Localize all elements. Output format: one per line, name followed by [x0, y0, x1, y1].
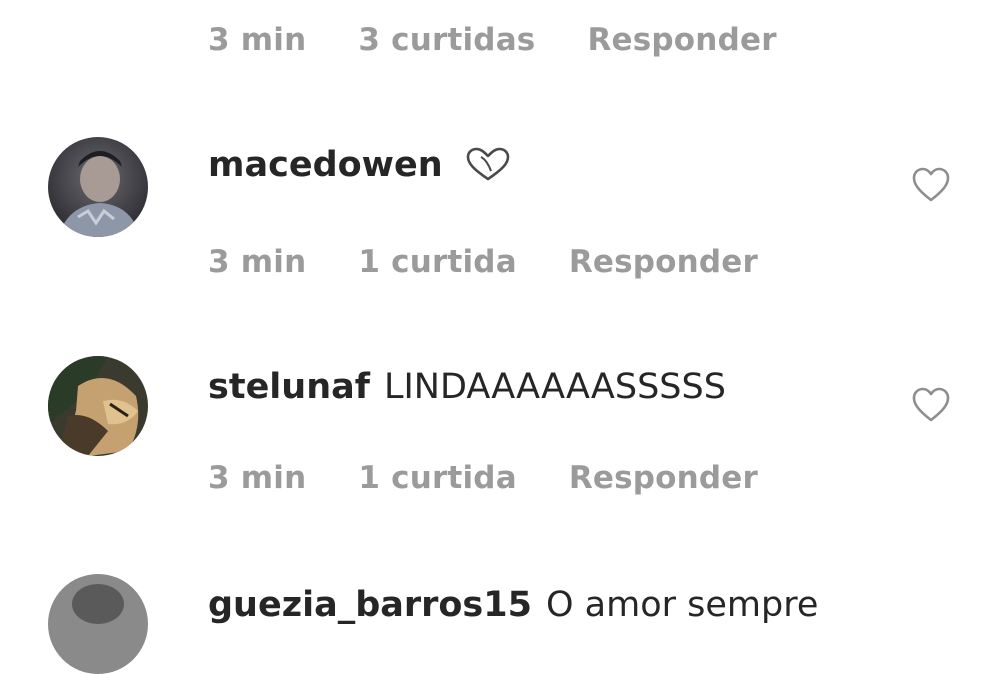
comment-text-stelunaf: stelunaf LINDAAAAAASSSSS	[208, 362, 726, 412]
comment-username[interactable]: guezia_barros15	[208, 585, 532, 625]
avatar-macedowen[interactable]	[48, 137, 148, 237]
avatar-image	[48, 356, 148, 456]
comment-meta-2: 3 min 1 curtida Responder	[208, 458, 810, 498]
comment-time: 3 min	[208, 244, 307, 280]
avatar-image	[48, 137, 148, 237]
comment-body: LINDAAAAAASSSSS	[383, 367, 726, 407]
comment-time: 3 min	[208, 460, 307, 496]
comment-text-guezia-barros15: guezia_barros15 O amor sempre	[208, 580, 818, 630]
comment-meta-0: 3 min 3 curtidas Responder	[208, 20, 829, 60]
comment-username[interactable]: stelunaf	[208, 367, 370, 407]
avatar-stelunaf[interactable]	[48, 356, 148, 456]
comment-time: 3 min	[208, 22, 307, 58]
heart-outline-icon[interactable]	[912, 167, 950, 203]
heart-emoji-icon	[466, 147, 509, 181]
comment-body: O amor sempre	[545, 585, 819, 625]
comment-likes-count[interactable]: 3 curtidas	[358, 22, 535, 58]
heart-outline-icon[interactable]	[912, 387, 950, 423]
comment-meta-1: 3 min 1 curtida Responder	[208, 242, 810, 282]
comment-username[interactable]: macedowen	[208, 145, 443, 185]
comment-text-macedowen: macedowen	[208, 140, 511, 190]
comment-likes-count[interactable]: 1 curtida	[358, 244, 516, 280]
reply-button[interactable]: Responder	[587, 22, 776, 58]
comment-likes-count[interactable]: 1 curtida	[358, 460, 516, 496]
reply-button[interactable]: Responder	[569, 460, 758, 496]
reply-button[interactable]: Responder	[569, 244, 758, 280]
avatar-image	[48, 574, 148, 674]
avatar-guezia-barros15[interactable]	[48, 574, 148, 674]
